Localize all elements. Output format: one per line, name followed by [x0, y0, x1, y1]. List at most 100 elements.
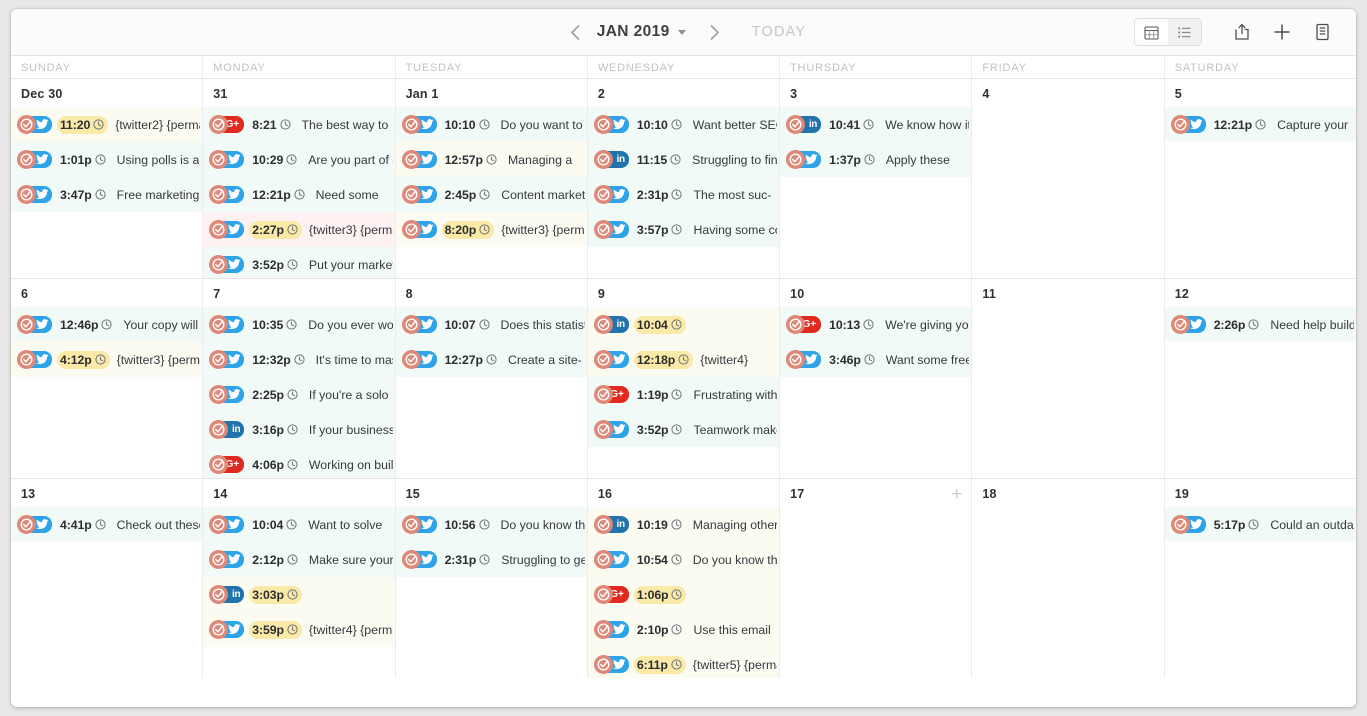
calendar-event[interactable]: in 11:15 Struggling to find [587, 142, 780, 177]
clock-icon [95, 189, 106, 200]
calendar-event[interactable]: 4:41p Check out these [11, 507, 203, 542]
calendar-event[interactable]: 10:35 Do you ever won- [203, 307, 395, 342]
calendar-event[interactable]: 3:52p Put your market- [203, 247, 395, 278]
calendar-event[interactable]: G+ 1:06p [587, 577, 780, 612]
calendar-day-cell[interactable]: 15 10:56 Do you know the 2:31p Struggling to… [394, 479, 587, 678]
calendar-day-cell[interactable]: 19 5:17p Could an outdat- [1163, 479, 1356, 678]
calendar-event[interactable]: G+ 1:19p Frustrating with [587, 377, 780, 412]
calendar-event[interactable]: 5:17p Could an outdat- [1164, 507, 1356, 542]
calendar-week-row: 13 4:41p Check out these 14 10:04 Want to sol… [11, 478, 1356, 678]
calendar-day-cell[interactable]: 18 [971, 479, 1164, 678]
calendar-day-cell[interactable]: 13 4:41p Check out these [11, 479, 203, 678]
calendar-event[interactable]: 10:56 Do you know the [395, 507, 587, 542]
calendar-event[interactable]: 2:45p Content market- [395, 177, 587, 212]
calendar-day-cell[interactable]: 2 10:10 Want better SEO in 11:15 Struggling t… [586, 79, 780, 278]
list-view-icon[interactable] [1168, 19, 1201, 45]
calendar-view-icon[interactable] [1135, 19, 1168, 45]
calendar-event[interactable]: 3:57p Having some col- [587, 212, 780, 247]
chevron-down-icon[interactable] [677, 29, 686, 35]
calendar-event[interactable]: in 10:04 [587, 307, 780, 342]
calendar-event[interactable]: 2:26p Need help build- [1164, 307, 1356, 342]
calendar-event[interactable]: 3:52p Teamwork makes [587, 412, 780, 447]
event-time-group: 12:27p [442, 351, 501, 369]
event-title: Struggling to find [692, 152, 778, 167]
calendar-event[interactable]: in 10:41 We know how it [780, 107, 972, 142]
calendar-event[interactable]: 12:46p Your copy will [11, 307, 203, 342]
add-event-icon[interactable]: + [951, 485, 962, 504]
calendar-day-cell[interactable]: 4 [971, 79, 1164, 278]
share-icon[interactable] [1222, 17, 1262, 47]
calendar-event[interactable]: 2:12p Make sure your [203, 542, 395, 577]
calendar-event[interactable]: 11:20 {twitter2} {perma- [11, 107, 203, 142]
calendar-event[interactable]: in 10:19 Managing others [587, 507, 780, 542]
event-status-badge [593, 115, 629, 134]
calendar-event[interactable]: 2:25p If you're a solo [203, 377, 395, 412]
calendar-event[interactable]: G+ 4:06p Working on build- [203, 447, 395, 478]
calendar-day-cell[interactable]: 12 2:26p Need help build- [1163, 279, 1356, 478]
calendar-event[interactable]: 10:10 Do you want to [395, 107, 587, 142]
clock-icon [478, 519, 490, 530]
calendar-day-cell[interactable]: 7 10:35 Do you ever won- 12:32p It's time to… [202, 279, 395, 478]
plus-icon[interactable] [1262, 17, 1302, 47]
calendar-day-cell[interactable]: 10 G+ 10:13 We're giving you 3:46p Want some … [779, 279, 972, 478]
calendar-day-cell[interactable]: 31 G+ 8:21 The best way to 10:29 Are you part… [202, 79, 395, 278]
calendar-day-cell[interactable]: 3 in 10:41 We know how it 1:37p Apply these [779, 79, 972, 278]
day-number: 9 [597, 287, 605, 301]
calendar-event[interactable]: 2:10p Use this email [587, 612, 780, 647]
calendar-day-cell[interactable]: 11 [971, 279, 1164, 478]
event-title: {twitter3} {perma- [116, 352, 201, 367]
clock-icon [863, 319, 874, 330]
event-title: Need some [315, 187, 379, 202]
calendar-event[interactable]: 3:47p Free marketing [11, 177, 203, 212]
check-circle-icon [786, 350, 806, 369]
calendar-event[interactable]: 6:11p {twitter5} {perma- [587, 647, 780, 678]
clock-icon [671, 424, 683, 435]
calendar-event[interactable]: 10:54 Do you know the [587, 542, 780, 577]
calendar-event[interactable]: in 3:16p If your business [203, 412, 395, 447]
clock-icon [287, 424, 298, 435]
event-title: {twitter2} {perma- [115, 117, 201, 132]
calendar-event[interactable]: 4:12p {twitter3} {perma- [11, 342, 203, 377]
calendar-event[interactable]: 12:32p It's time to mas- [203, 342, 395, 377]
calendar-event[interactable]: 8:20p {twitter3} {perma- [395, 212, 587, 247]
month-label[interactable]: JAN 2019 [591, 23, 676, 41]
calendar-day-cell[interactable]: 17 + [779, 479, 972, 678]
calendar-day-cell[interactable]: 6 12:46p Your copy will 4:12p {twitter3} {pe… [11, 279, 203, 478]
calendar-day-cell[interactable]: 16 in 10:19 Managing others 10:54 Do you know… [586, 479, 780, 678]
prev-month-button[interactable] [561, 17, 591, 47]
calendar-day-cell[interactable]: 9 in 10:04 12:18p {twitter4} G+ 1:19p Frustrati… [586, 279, 780, 478]
event-time-group: 12:21p [1211, 116, 1270, 134]
calendar-event[interactable]: 12:21p Capture your [1164, 107, 1356, 142]
calendar-event[interactable]: 12:21p Need some [203, 177, 395, 212]
calendar-event[interactable]: 2:31p The most suc- [587, 177, 780, 212]
report-icon[interactable] [1302, 17, 1342, 47]
event-time: 2:25p [252, 387, 284, 402]
calendar-event[interactable]: 12:18p {twitter4} [587, 342, 780, 377]
calendar-day-cell[interactable]: 8 10:07 Does this statistic 12:27p Create a … [394, 279, 587, 478]
today-button[interactable]: TODAY [752, 24, 807, 40]
calendar-event[interactable]: 10:29 Are you part of an [203, 142, 395, 177]
day-number: Jan 1 [405, 87, 439, 101]
calendar-day-cell[interactable]: Jan 1 10:10 Do you want to 12:57p Managing a… [394, 79, 587, 278]
calendar-event[interactable]: 10:04 Want to solve [203, 507, 395, 542]
calendar-event[interactable]: 12:57p Managing a [395, 142, 587, 177]
calendar-event[interactable]: 3:46p Want some free [780, 342, 972, 377]
calendar-event[interactable]: 12:27p Create a site- [395, 342, 587, 377]
calendar-event[interactable]: 3:59p {twitter4} {perma- [203, 612, 395, 647]
event-time-group: 3:57p [634, 221, 687, 239]
calendar-event[interactable]: G+ 8:21 The best way to [203, 107, 395, 142]
calendar-event[interactable]: 10:10 Want better SEO [587, 107, 780, 142]
calendar-event[interactable]: 10:07 Does this statistic [395, 307, 587, 342]
calendar-event[interactable]: 1:37p Apply these [780, 142, 972, 177]
calendar-event[interactable]: 2:27p {twitter3} {perma- [203, 212, 395, 247]
calendar-event[interactable]: in 3:03p [203, 577, 395, 612]
calendar-event[interactable]: 2:31p Struggling to get [395, 542, 587, 577]
calendar-event[interactable]: 1:01p Using polls is a [11, 142, 203, 177]
calendar-day-cell[interactable]: 5 12:21p Capture your [1163, 79, 1356, 278]
next-month-button[interactable] [700, 17, 730, 47]
day-number: 15 [405, 487, 420, 501]
calendar-event[interactable]: G+ 10:13 We're giving you [780, 307, 972, 342]
event-time: 3:59p [252, 622, 284, 637]
calendar-day-cell[interactable]: 14 10:04 Want to solve 2:12p Make sure your i… [202, 479, 395, 678]
calendar-day-cell[interactable]: Dec 30 11:20 {twitter2} {perma- 1:01p Using … [11, 79, 203, 278]
